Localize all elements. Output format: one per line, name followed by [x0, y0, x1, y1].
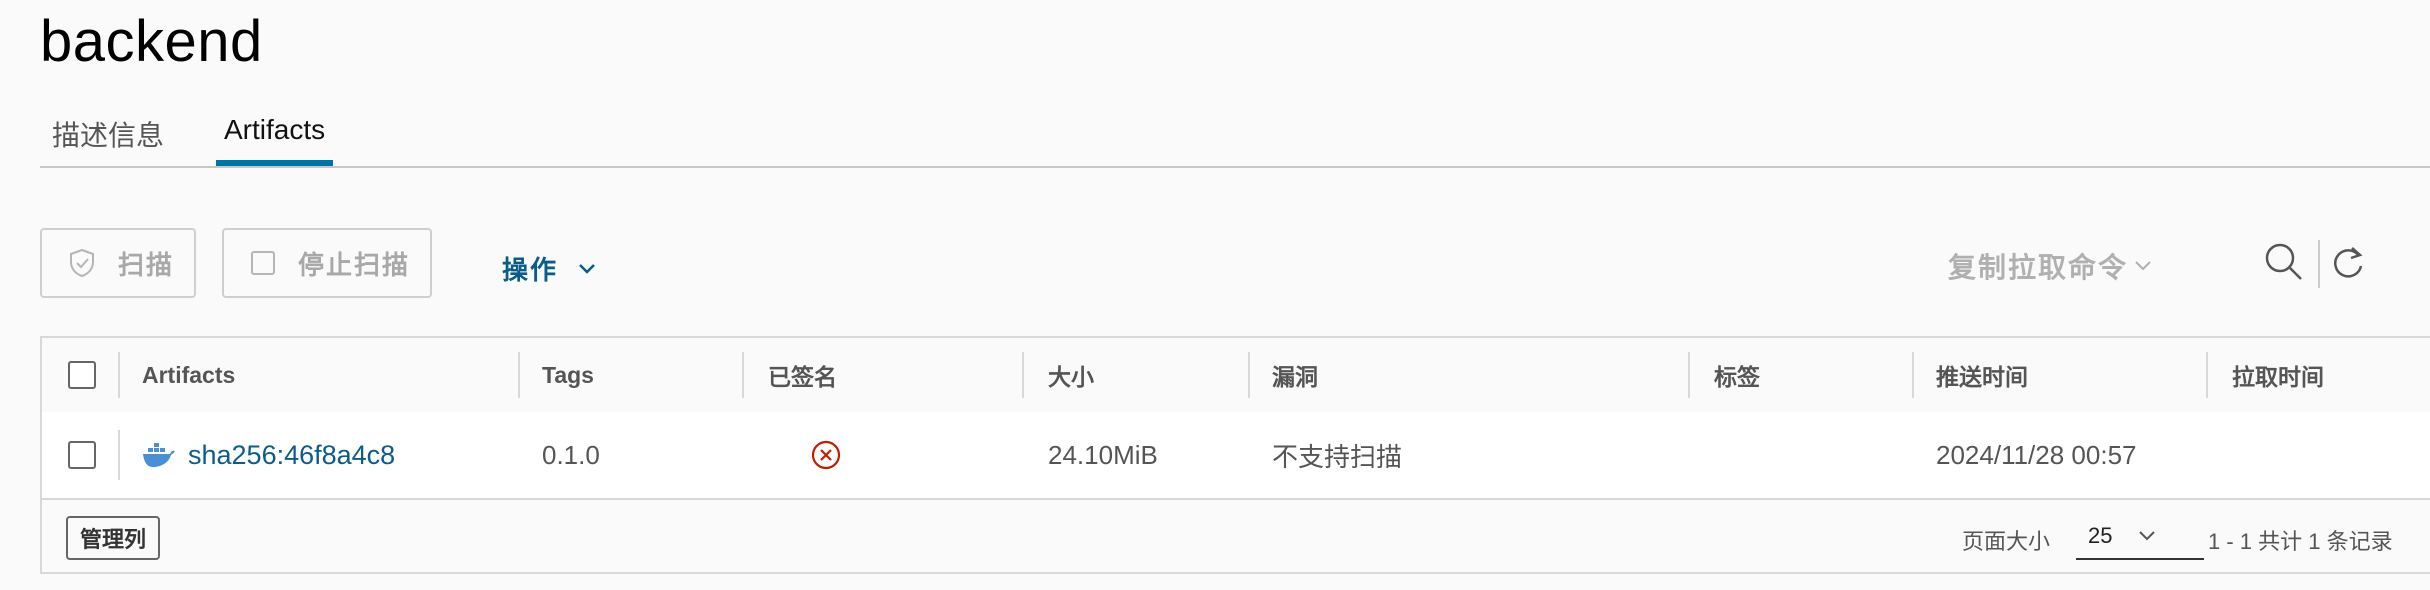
column-separator[interactable]: [742, 352, 744, 398]
column-separator[interactable]: [1022, 352, 1024, 398]
chevron-down-icon: [2138, 530, 2156, 542]
select-all-checkbox[interactable]: [68, 361, 96, 389]
artifact-cell: sha256:46f8a4c8: [142, 412, 395, 498]
column-separator[interactable]: [518, 352, 520, 398]
column-header-artifacts[interactable]: Artifacts: [142, 338, 235, 412]
toolbar-divider: [2318, 240, 2320, 288]
column-separator: [118, 430, 120, 480]
column-header-labels[interactable]: 标签: [1714, 338, 1760, 412]
table-footer: 管理列 页面大小 25 1 - 1 共计 1 条记录: [42, 500, 2430, 572]
vulnerabilities-cell: 不支持扫描: [1272, 441, 1403, 472]
stop-scan-button[interactable]: 停止扫描: [222, 228, 432, 298]
checkbox-icon: [250, 250, 276, 276]
copy-pull-command-dropdown[interactable]: 复制拉取命令: [1948, 246, 2152, 286]
push-time-cell: 2024/11/28 00:57: [1936, 439, 2137, 470]
refresh-icon[interactable]: [2330, 244, 2366, 287]
chevron-down-icon: [578, 263, 596, 275]
column-header-push-time[interactable]: 推送时间: [1936, 338, 2028, 412]
row-checkbox[interactable]: [68, 441, 96, 469]
select-all-cell: [68, 338, 96, 412]
artifact-digest-link[interactable]: sha256:46f8a4c8: [188, 440, 395, 471]
column-header-signed[interactable]: 已签名: [768, 338, 837, 412]
page-size-label: 页面大小: [1962, 529, 2051, 554]
actions-dropdown-label: 操作: [502, 255, 559, 285]
tags-cell: 0.1.0: [542, 439, 600, 470]
artifacts-table: Artifacts Tags 已签名 大小 漏洞 标签 推送时间 拉取时间 sh…: [40, 336, 2430, 574]
column-separator[interactable]: [1248, 352, 1250, 398]
table-row: sha256:46f8a4c8 0.1.0 24.10MiB 不支持扫描 202…: [42, 412, 2430, 500]
page-size-select[interactable]: 25: [2076, 514, 2204, 560]
tab-artifacts[interactable]: Artifacts: [215, 114, 334, 166]
scan-button-label: 扫描: [118, 249, 175, 280]
tab-bar: 描述信息 Artifacts: [40, 110, 2430, 168]
column-separator[interactable]: [1688, 352, 1690, 398]
stop-scan-button-label: 停止扫描: [298, 249, 411, 280]
table-header: Artifacts Tags 已签名 大小 漏洞 标签 推送时间 拉取时间: [42, 338, 2430, 414]
manage-columns-button[interactable]: 管理列: [66, 516, 161, 560]
repository-page: backend 描述信息 Artifacts 扫描 停止扫描 操作 复制拉取命令: [0, 0, 2430, 590]
scan-button[interactable]: 扫描: [40, 228, 196, 298]
column-separator[interactable]: [2206, 352, 2208, 398]
column-separator: [118, 352, 120, 398]
docker-whale-icon: [142, 442, 176, 468]
search-icon[interactable]: [2264, 242, 2304, 287]
pagination-info: 1 - 1 共计 1 条记录: [2208, 529, 2393, 554]
column-header-tags[interactable]: Tags: [542, 338, 594, 412]
row-select-cell: [68, 412, 96, 498]
column-header-size[interactable]: 大小: [1048, 338, 1094, 412]
page-title: backend: [40, 9, 263, 74]
shield-check-icon: [68, 248, 96, 278]
actions-dropdown[interactable]: 操作: [502, 250, 596, 287]
copy-pull-command-label: 复制拉取命令: [1948, 252, 2129, 283]
column-separator[interactable]: [1912, 352, 1914, 398]
column-header-vulnerabilities[interactable]: 漏洞: [1272, 338, 1318, 412]
not-signed-x-icon: [810, 439, 842, 471]
signed-cell: [810, 412, 842, 498]
size-cell: 24.10MiB: [1048, 439, 1158, 470]
tab-description[interactable]: 描述信息: [46, 114, 170, 154]
chevron-down-icon: [2134, 260, 2152, 272]
column-header-pull-time[interactable]: 拉取时间: [2232, 338, 2324, 412]
page-size-value: 25: [2088, 523, 2113, 548]
